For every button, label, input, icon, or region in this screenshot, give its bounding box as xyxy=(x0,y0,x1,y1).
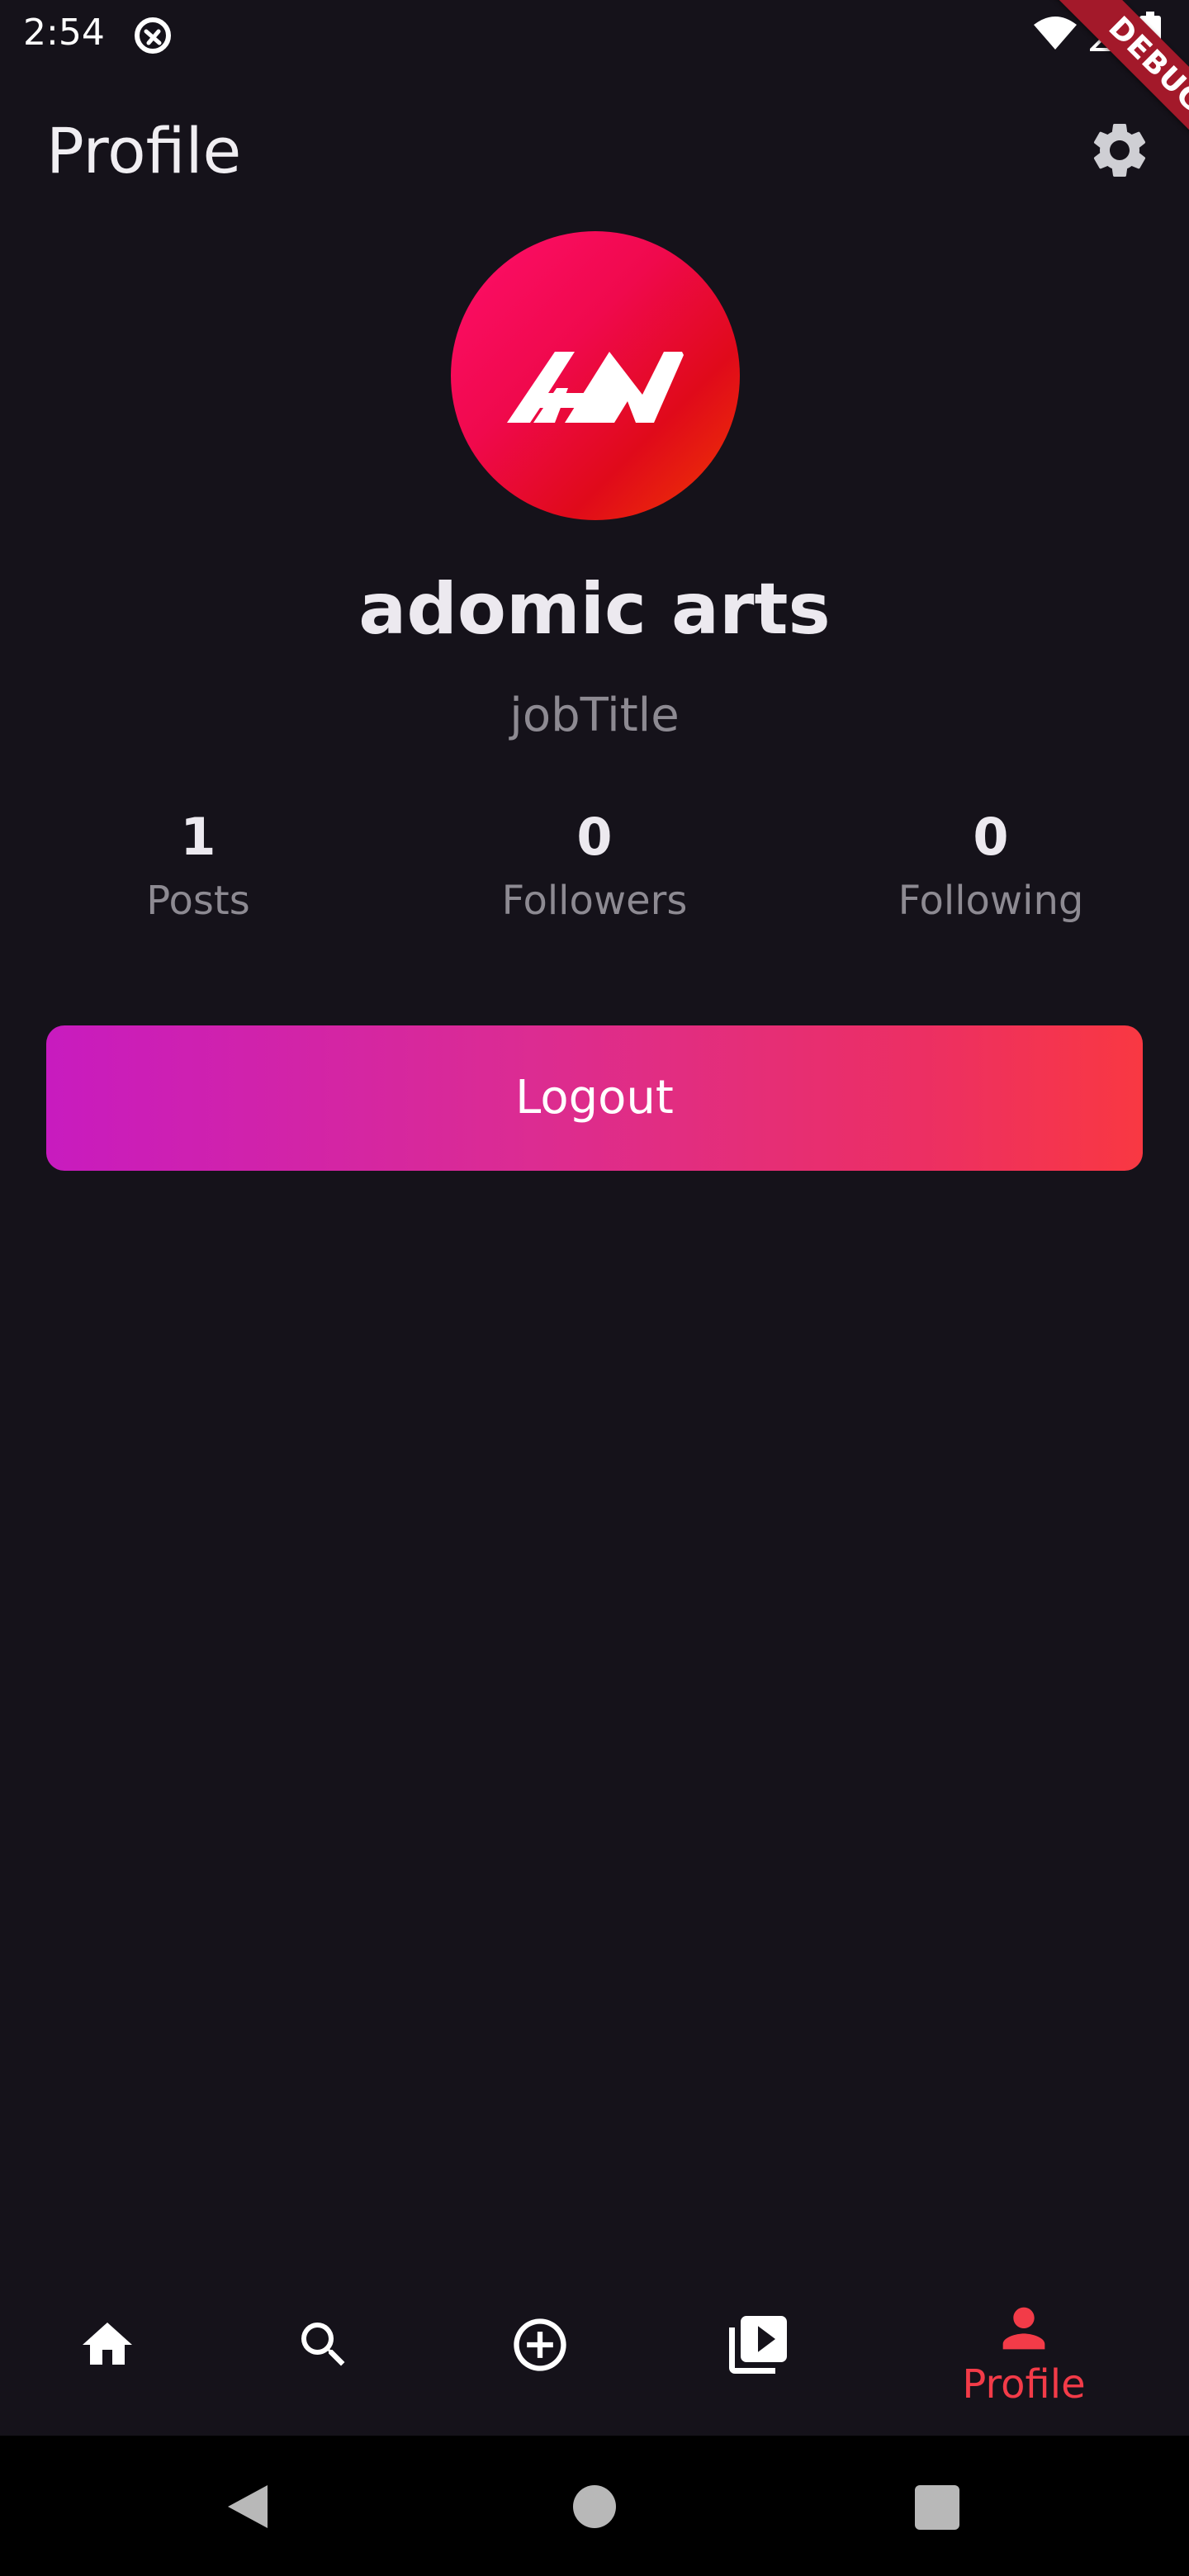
status-time: 2:54 xyxy=(23,12,105,54)
bottom-nav: Profile xyxy=(0,2282,1189,2436)
recents-icon[interactable] xyxy=(915,2485,959,2530)
nav-item-search[interactable] xyxy=(266,2282,381,2436)
search-icon xyxy=(301,2323,345,2366)
video-library-icon xyxy=(729,2316,787,2374)
logout-button[interactable]: Logout xyxy=(46,1025,1143,1171)
stat-following[interactable]: 0 Following xyxy=(817,803,1164,930)
nav-label-profile: Profile xyxy=(962,2361,1086,2408)
avatar xyxy=(451,231,740,520)
stat-posts[interactable]: 1 Posts xyxy=(25,803,372,930)
page-title: Profile xyxy=(46,114,242,187)
status-bar: 2:54 xyxy=(0,0,1189,69)
stat-value: 0 xyxy=(973,807,1009,867)
system-home-icon[interactable] xyxy=(573,2485,616,2528)
stat-label: Following xyxy=(898,878,1084,924)
stat-label: Posts xyxy=(146,878,250,924)
add-circle-icon xyxy=(514,2318,566,2371)
profile-screen: 2:54 DEBUG Profile adomic arts jobTitle xyxy=(0,0,1189,2576)
nav-item-add[interactable] xyxy=(482,2282,598,2436)
person-icon xyxy=(1002,2307,1045,2350)
wifi-icon xyxy=(1034,17,1077,50)
stat-followers[interactable]: 0 Followers xyxy=(421,803,768,930)
app-notification-icon xyxy=(135,17,171,54)
back-icon[interactable] xyxy=(225,2482,271,2531)
stat-value: 1 xyxy=(180,807,216,867)
stat-label: Followers xyxy=(501,878,688,924)
brand-logo xyxy=(507,352,684,423)
home-icon xyxy=(83,2323,132,2365)
nav-item-videos[interactable] xyxy=(699,2282,814,2436)
nav-item-profile[interactable]: Profile xyxy=(941,2282,1106,2436)
gear-icon[interactable] xyxy=(1087,117,1153,183)
stat-value: 0 xyxy=(576,807,613,867)
profile-name: adomic arts xyxy=(358,568,831,651)
job-title: jobTitle xyxy=(509,689,680,742)
nav-item-home[interactable] xyxy=(50,2282,165,2436)
